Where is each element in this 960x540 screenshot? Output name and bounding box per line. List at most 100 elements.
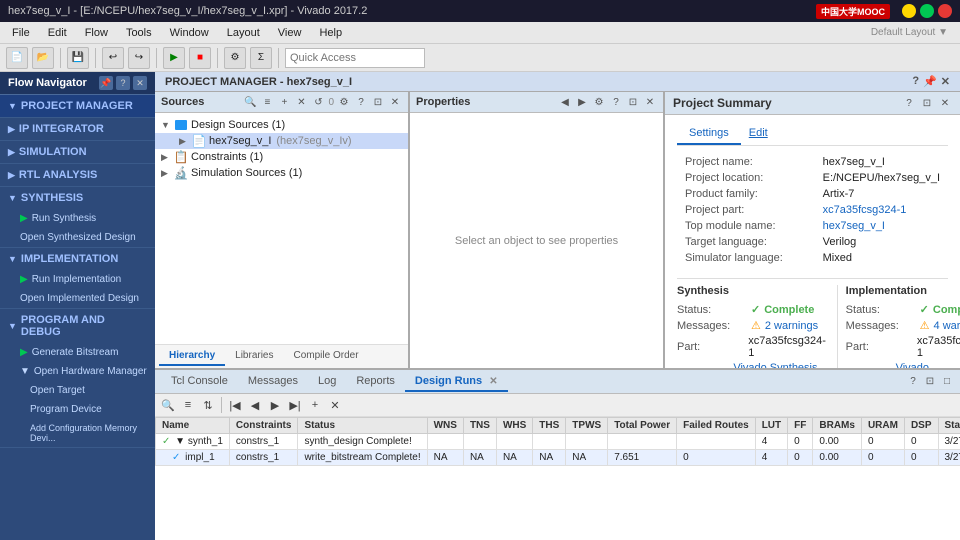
nav-open-implemented[interactable]: Open Implemented Design	[0, 289, 155, 308]
menu-flow[interactable]: Flow	[77, 25, 116, 41]
sources-gear-icon[interactable]: ⚙	[337, 95, 351, 109]
nav-rtl-analysis[interactable]: ▶ RTL ANALYSIS	[0, 164, 155, 186]
nav-pin-icon[interactable]: 📌	[99, 76, 113, 90]
new-project-button[interactable]: 📄	[6, 47, 28, 69]
nav-ip-integrator-label: IP INTEGRATOR	[19, 123, 104, 135]
sources-remove-icon[interactable]: ✕	[294, 95, 308, 109]
bottom-expand-icon[interactable]: ⊡	[923, 375, 937, 389]
nav-open-target[interactable]: Open Target	[0, 381, 155, 400]
menu-window[interactable]: Window	[162, 25, 217, 41]
flow-navigator: Flow Navigator 📌 ? ✕ ▼ PROJECT MANAGER ▶…	[0, 72, 155, 540]
table-row[interactable]: ✓ ▼ synth_1 constrs_1 synth_design Compl…	[156, 434, 960, 450]
nav-implementation[interactable]: ▼ IMPLEMENTATION	[0, 248, 155, 270]
menu-edit[interactable]: Edit	[40, 25, 75, 41]
props-back-icon[interactable]: ◀	[558, 95, 572, 109]
ps-question-icon[interactable]: ?	[902, 96, 916, 110]
design-runs-close[interactable]: ✕	[489, 376, 497, 387]
tab-log[interactable]: Log	[308, 372, 346, 392]
impl-warnings-link[interactable]: 4 warnings	[934, 320, 960, 332]
open-project-button[interactable]: 📂	[32, 47, 54, 69]
sources-search-icon[interactable]: 🔍	[243, 95, 257, 109]
hex7seg-file[interactable]: ▶ 📄 hex7seg_v_I (hex7seg_v_Iv)	[155, 133, 408, 149]
synth-strategy-link[interactable]: Vivado Synthesis Defaults	[733, 362, 828, 368]
sigma-button[interactable]: Σ	[250, 47, 272, 69]
dr-prev-btn[interactable]: ◀	[246, 396, 264, 414]
nav-generate-bitstream[interactable]: ▶ Generate Bitstream	[0, 343, 155, 362]
dr-add-btn[interactable]: +	[306, 396, 324, 414]
nav-section-project-manager: ▼ PROJECT MANAGER	[0, 95, 155, 118]
tab-reports[interactable]: Reports	[346, 372, 405, 392]
pm-pin-icon[interactable]: 📌	[923, 75, 937, 88]
maximize-button[interactable]	[920, 4, 934, 18]
ps-expand-icon[interactable]: ⊡	[920, 96, 934, 110]
nav-project-manager[interactable]: ▼ PROJECT MANAGER	[0, 95, 155, 117]
undo-button[interactable]: ↩	[102, 47, 124, 69]
synth1-expand[interactable]: ▼	[175, 436, 185, 447]
minimize-button[interactable]	[902, 4, 916, 18]
search-input[interactable]	[285, 48, 425, 68]
design-sources-group[interactable]: ▼ Design Sources (1)	[155, 117, 408, 133]
run-button[interactable]: ▶	[163, 47, 185, 69]
dr-percent-btn[interactable]: ✕	[326, 396, 344, 414]
menu-layout[interactable]: Layout	[219, 25, 268, 41]
props-close-icon[interactable]: ✕	[643, 95, 657, 109]
tab-tcl-console[interactable]: Tcl Console	[161, 372, 238, 392]
dr-filter-btn[interactable]: ≡	[179, 396, 197, 414]
menu-file[interactable]: File	[4, 25, 38, 41]
sources-refresh-icon[interactable]: ↺	[311, 95, 325, 109]
menu-help[interactable]: Help	[311, 25, 350, 41]
sources-expand-icon[interactable]: ⊡	[371, 95, 385, 109]
stop-button[interactable]: ■	[189, 47, 211, 69]
tab-hierarchy[interactable]: Hierarchy	[159, 347, 225, 366]
nav-ip-integrator[interactable]: ▶ IP INTEGRATOR	[0, 118, 155, 140]
constraints-group[interactable]: ▶ 📋 Constraints (1)	[155, 149, 408, 165]
nav-program-debug[interactable]: ▼ PROGRAM AND DEBUG	[0, 309, 155, 343]
menu-view[interactable]: View	[270, 25, 310, 41]
ps-tab-settings[interactable]: Settings	[677, 123, 741, 145]
close-button[interactable]	[938, 4, 952, 18]
dr-last-btn[interactable]: ▶|	[286, 396, 304, 414]
nav-open-synthesized[interactable]: Open Synthesized Design	[0, 228, 155, 247]
menu-tools[interactable]: Tools	[118, 25, 160, 41]
dr-next-btn[interactable]: ▶	[266, 396, 284, 414]
tab-design-runs[interactable]: Design Runs ✕	[405, 372, 508, 392]
sources-filter-icon[interactable]: ≡	[260, 95, 274, 109]
pm-close-icon[interactable]: ✕	[941, 75, 950, 88]
sources-close-icon[interactable]: ✕	[388, 95, 402, 109]
nav-simulation[interactable]: ▶ SIMULATION	[0, 141, 155, 163]
nav-run-implementation[interactable]: ▶ Run Implementation	[0, 270, 155, 289]
sources-question-icon[interactable]: ?	[354, 95, 368, 109]
nav-program-device[interactable]: Program Device	[0, 400, 155, 419]
sources-add-icon[interactable]: +	[277, 95, 291, 109]
part-link[interactable]: xc7a35fcsg324-1	[823, 204, 907, 216]
module-link[interactable]: hex7seg_v_I	[823, 220, 885, 232]
sim-sources-group[interactable]: ▶ 🔬 Simulation Sources (1)	[155, 165, 408, 181]
tab-libraries[interactable]: Libraries	[225, 347, 283, 366]
nav-run-synthesis[interactable]: ▶ Run Synthesis	[0, 209, 155, 228]
dr-search-btn[interactable]: 🔍	[159, 396, 177, 414]
synth-warnings-link[interactable]: 2 warnings	[765, 320, 818, 332]
redo-button[interactable]: ↪	[128, 47, 150, 69]
nav-question-icon[interactable]: ?	[116, 76, 130, 90]
props-expand-icon[interactable]: ⊡	[626, 95, 640, 109]
ps-close-icon[interactable]: ✕	[938, 96, 952, 110]
nav-synthesis[interactable]: ▼ SYNTHESIS	[0, 187, 155, 209]
ps-tab-edit[interactable]: Edit	[749, 123, 768, 145]
table-row[interactable]: ✓ impl_1 constrs_1 write_bitstream Compl…	[156, 450, 960, 466]
props-gear-icon[interactable]: ⚙	[592, 95, 606, 109]
pm-question-icon[interactable]: ?	[912, 75, 919, 88]
nav-open-hardware-manager[interactable]: ▼ Open Hardware Manager	[0, 362, 155, 381]
props-forward-icon[interactable]: ▶	[575, 95, 589, 109]
props-question-icon[interactable]: ?	[609, 95, 623, 109]
tab-compile-order[interactable]: Compile Order	[284, 347, 369, 366]
bottom-question-icon[interactable]: ?	[906, 375, 920, 389]
tab-messages[interactable]: Messages	[238, 372, 308, 392]
dr-sort-btn[interactable]: ⇅	[199, 396, 217, 414]
dr-first-btn[interactable]: |◀	[226, 396, 244, 414]
impl-strategy-link[interactable]: Vivado Implementation Defaults	[896, 362, 960, 368]
save-button[interactable]: 💾	[67, 47, 89, 69]
bottom-maximize-icon[interactable]: □	[940, 375, 954, 389]
settings-button[interactable]: ⚙	[224, 47, 246, 69]
nav-add-config-memory[interactable]: Add Configuration Memory Devi...	[0, 419, 155, 447]
nav-close-icon[interactable]: ✕	[133, 76, 147, 90]
